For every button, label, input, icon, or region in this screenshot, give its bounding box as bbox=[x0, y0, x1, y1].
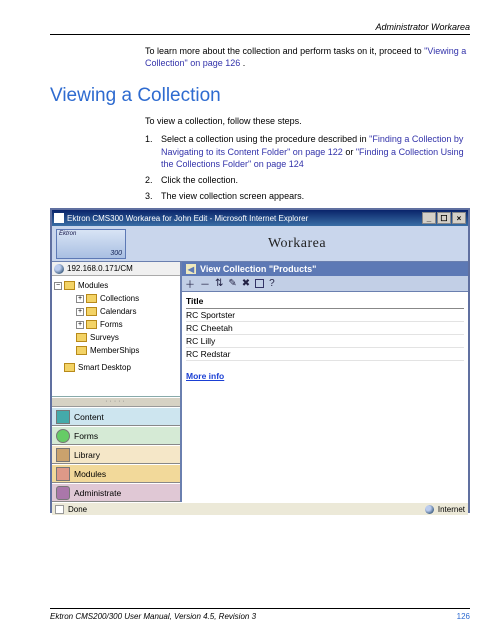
globe-icon bbox=[54, 264, 64, 274]
panel-corner-icon[interactable]: ◀ bbox=[186, 264, 196, 274]
reorder-icon[interactable]: ⇅ bbox=[215, 278, 223, 289]
step-2: 2. Click the collection. bbox=[145, 174, 470, 186]
intro-prefix: To learn more about the collection and p… bbox=[145, 46, 424, 56]
step-number: 2. bbox=[145, 174, 161, 186]
panel-toolbar: ＋ － ⇅ ✎ ✖ ? bbox=[182, 276, 468, 292]
banner-title: Workarea bbox=[126, 236, 468, 252]
folder-icon bbox=[76, 346, 87, 355]
content-icon bbox=[56, 410, 70, 424]
status-done: Done bbox=[68, 505, 87, 514]
page-number: 126 bbox=[457, 612, 470, 621]
folder-icon bbox=[76, 333, 87, 342]
collapse-icon[interactable]: − bbox=[54, 282, 62, 290]
step-text: Click the collection. bbox=[161, 174, 470, 186]
table-header-title: Title bbox=[186, 294, 464, 309]
tree-item-memberships[interactable]: MemberShips bbox=[54, 344, 178, 357]
navtab-forms[interactable]: Forms bbox=[52, 426, 180, 445]
browser-statusbar: Done Internet bbox=[52, 502, 468, 515]
props-icon[interactable] bbox=[255, 279, 264, 288]
expand-icon[interactable]: + bbox=[76, 295, 84, 303]
minimize-button[interactable]: _ bbox=[422, 212, 436, 224]
lead-paragraph: To view a collection, follow these steps… bbox=[145, 115, 470, 127]
step-number: 1. bbox=[145, 133, 161, 169]
intro-suffix: . bbox=[243, 58, 246, 68]
modules-icon bbox=[56, 467, 70, 481]
folder-icon bbox=[64, 363, 75, 372]
add-icon[interactable]: ＋ bbox=[185, 276, 195, 291]
step-1: 1. Select a collection using the procedu… bbox=[145, 133, 470, 169]
admin-icon bbox=[56, 486, 70, 500]
folder-icon bbox=[86, 294, 97, 303]
help-icon[interactable]: ? bbox=[269, 278, 275, 289]
address-text: 192.168.0.171/CM bbox=[67, 264, 133, 273]
window-title: Ektron CMS300 Workarea for John Edit - M… bbox=[67, 214, 308, 223]
navtab-content[interactable]: Content bbox=[52, 407, 180, 426]
panel-titlebar: ◀ View Collection "Products" bbox=[182, 262, 468, 276]
navtab-administrate[interactable]: Administrate bbox=[52, 483, 180, 502]
expand-icon[interactable]: + bbox=[76, 321, 84, 329]
panel-title-text: View Collection "Products" bbox=[200, 264, 316, 274]
app-banner: Ektron 300 Workarea bbox=[52, 226, 468, 262]
page-footer: Ektron CMS200/300 User Manual, Version 4… bbox=[50, 608, 470, 621]
left-sidebar: 192.168.0.171/CM − Modules + Collections… bbox=[52, 262, 182, 502]
drag-handle[interactable]: ····· bbox=[52, 397, 180, 407]
tree-item-collections[interactable]: + Collections bbox=[54, 292, 178, 305]
panel-content: Title RC Sportster RC Cheetah RC Lilly R… bbox=[182, 292, 468, 502]
delete-icon[interactable]: ✖ bbox=[242, 278, 250, 289]
folder-tree: − Modules + Collections + Calendars + bbox=[52, 276, 180, 396]
forms-icon bbox=[56, 429, 70, 443]
page-title: Viewing a Collection bbox=[50, 85, 470, 107]
main-panel: ◀ View Collection "Products" ＋ － ⇅ ✎ ✖ ?… bbox=[182, 262, 468, 502]
step-text: The view collection screen appears. bbox=[161, 190, 470, 202]
library-icon bbox=[56, 448, 70, 462]
tree-item-surveys[interactable]: Surveys bbox=[54, 331, 178, 344]
tree-smart-desktop[interactable]: Smart Desktop bbox=[54, 361, 178, 374]
expand-icon[interactable]: + bbox=[76, 308, 84, 316]
navtab-library[interactable]: Library bbox=[52, 445, 180, 464]
running-header: Administrator Workarea bbox=[50, 22, 470, 35]
ie-icon bbox=[54, 213, 64, 223]
nav-stack: ····· Content Forms Library Modules bbox=[52, 396, 180, 502]
workspace: 192.168.0.171/CM − Modules + Collections… bbox=[52, 262, 468, 502]
step-3: 3. The view collection screen appears. bbox=[145, 190, 470, 202]
folder-icon bbox=[64, 281, 75, 290]
tree-item-forms[interactable]: + Forms bbox=[54, 318, 178, 331]
step-text: Select a collection using the procedure … bbox=[161, 133, 470, 169]
table-row[interactable]: RC Sportster bbox=[186, 309, 464, 322]
more-info-link[interactable]: More info bbox=[186, 371, 224, 381]
table-row[interactable]: RC Redstar bbox=[186, 348, 464, 361]
footer-left: Ektron CMS200/300 User Manual, Version 4… bbox=[50, 612, 256, 621]
table-row[interactable]: RC Cheetah bbox=[186, 322, 464, 335]
close-button[interactable]: × bbox=[452, 212, 466, 224]
edit-icon[interactable]: ✎ bbox=[228, 278, 236, 289]
maximize-button[interactable]: ☐ bbox=[437, 212, 451, 224]
remove-icon[interactable]: － bbox=[200, 276, 210, 291]
tree-item-calendars[interactable]: + Calendars bbox=[54, 305, 178, 318]
screenshot-window: Ektron CMS300 Workarea for John Edit - M… bbox=[50, 208, 470, 513]
navtab-modules[interactable]: Modules bbox=[52, 464, 180, 483]
tree-root[interactable]: − Modules bbox=[54, 279, 178, 292]
page-icon bbox=[55, 505, 64, 514]
ektron-logo: Ektron 300 bbox=[56, 229, 126, 259]
folder-icon bbox=[86, 320, 97, 329]
intro-paragraph: To learn more about the collection and p… bbox=[145, 45, 470, 69]
table-row[interactable]: RC Lilly bbox=[186, 335, 464, 348]
window-titlebar: Ektron CMS300 Workarea for John Edit - M… bbox=[52, 210, 468, 226]
step-number: 3. bbox=[145, 190, 161, 202]
status-zone: Internet bbox=[438, 505, 465, 514]
zone-icon bbox=[425, 505, 434, 514]
address-bar: 192.168.0.171/CM bbox=[52, 262, 180, 276]
folder-icon bbox=[86, 307, 97, 316]
